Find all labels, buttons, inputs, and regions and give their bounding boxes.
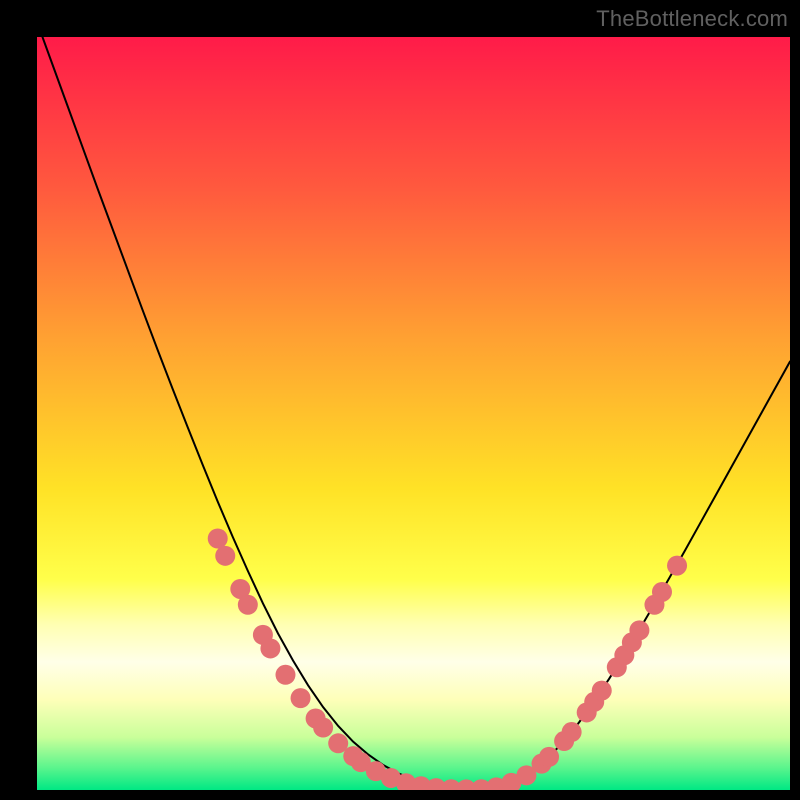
chart-svg — [0, 0, 800, 800]
data-marker — [539, 747, 559, 767]
data-marker — [562, 722, 582, 742]
data-marker — [215, 546, 235, 566]
data-marker — [260, 638, 280, 658]
data-marker — [291, 688, 311, 708]
data-marker — [652, 582, 672, 602]
watermark-text: TheBottleneck.com — [596, 6, 788, 32]
data-marker — [313, 718, 333, 738]
data-marker — [667, 556, 687, 576]
data-marker — [275, 665, 295, 685]
data-marker — [238, 595, 258, 615]
data-marker — [592, 681, 612, 701]
data-marker — [208, 529, 228, 549]
data-marker — [629, 620, 649, 640]
plot-background — [37, 37, 790, 790]
bottleneck-chart: TheBottleneck.com — [0, 0, 800, 800]
